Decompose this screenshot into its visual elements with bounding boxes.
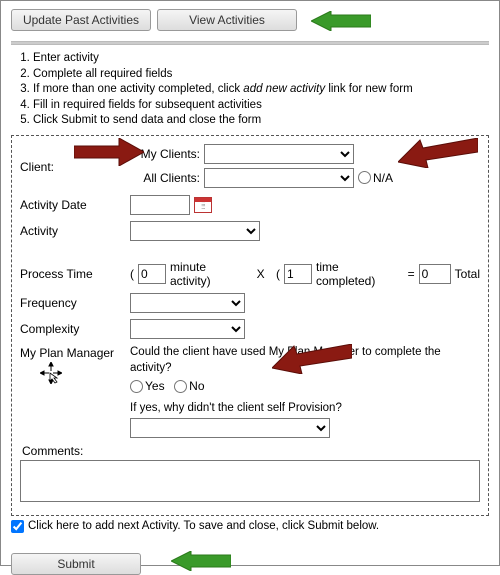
- time-completed-input[interactable]: [284, 264, 312, 284]
- complexity-select[interactable]: [130, 319, 245, 339]
- mpm-no-radio[interactable]: [174, 380, 187, 393]
- instruction-item: Complete all required fields: [33, 67, 489, 83]
- instruction-item: Enter activity: [33, 51, 489, 67]
- activity-date-label: Activity Date: [20, 198, 130, 212]
- all-clients-label: All Clients:: [130, 171, 200, 185]
- mpm-question2: If yes, why didn't the client self Provi…: [130, 400, 342, 416]
- instructions-list: Enter activity Complete all required fie…: [33, 51, 489, 129]
- instruction-item: If more than one activity completed, cli…: [33, 82, 489, 98]
- comments-label: Comments:: [22, 444, 480, 458]
- annotation-arrow-green-icon: [171, 551, 231, 574]
- mpm-reason-select[interactable]: [130, 418, 330, 438]
- annotation-arrow-red-icon: [398, 138, 478, 168]
- add-next-activity-label: Click here to add next Activity. To save…: [28, 520, 379, 532]
- all-clients-select[interactable]: [204, 168, 354, 188]
- na-radio[interactable]: [358, 171, 371, 184]
- activity-select[interactable]: [130, 221, 260, 241]
- instruction-item: Click Submit to send data and close the …: [33, 113, 489, 129]
- annotation-arrow-red-icon: [74, 138, 144, 166]
- my-clients-select[interactable]: [204, 144, 354, 164]
- annotation-arrow-green-icon: [311, 11, 371, 34]
- update-past-activities-button[interactable]: Update Past Activities: [11, 9, 151, 31]
- instruction-item: Fill in required fields for subsequent a…: [33, 98, 489, 114]
- activity-form: Client: My Clients: All Clients: N/A Act…: [11, 135, 489, 516]
- activity-label: Activity: [20, 224, 130, 238]
- divider: [11, 41, 489, 45]
- view-activities-button[interactable]: View Activities: [157, 9, 297, 31]
- total-input[interactable]: [419, 264, 451, 284]
- calendar-icon[interactable]: ::::::: [194, 197, 212, 213]
- mpm-yes-radio[interactable]: [130, 380, 143, 393]
- activity-date-input[interactable]: [130, 195, 190, 215]
- frequency-label: Frequency: [20, 296, 130, 310]
- complexity-label: Complexity: [20, 322, 130, 336]
- process-time-label: Process Time: [20, 267, 130, 281]
- comments-textarea[interactable]: [20, 460, 480, 502]
- submit-button[interactable]: Submit: [11, 553, 141, 575]
- annotation-arrow-red-icon: [272, 344, 352, 374]
- add-next-activity-checkbox[interactable]: [11, 520, 24, 533]
- move-cursor-icon: [40, 362, 62, 384]
- na-label: N/A: [373, 171, 393, 185]
- frequency-select[interactable]: [130, 293, 245, 313]
- minute-activity-input[interactable]: [138, 264, 166, 284]
- my-plan-manager-label: My Plan Manager: [20, 346, 114, 360]
